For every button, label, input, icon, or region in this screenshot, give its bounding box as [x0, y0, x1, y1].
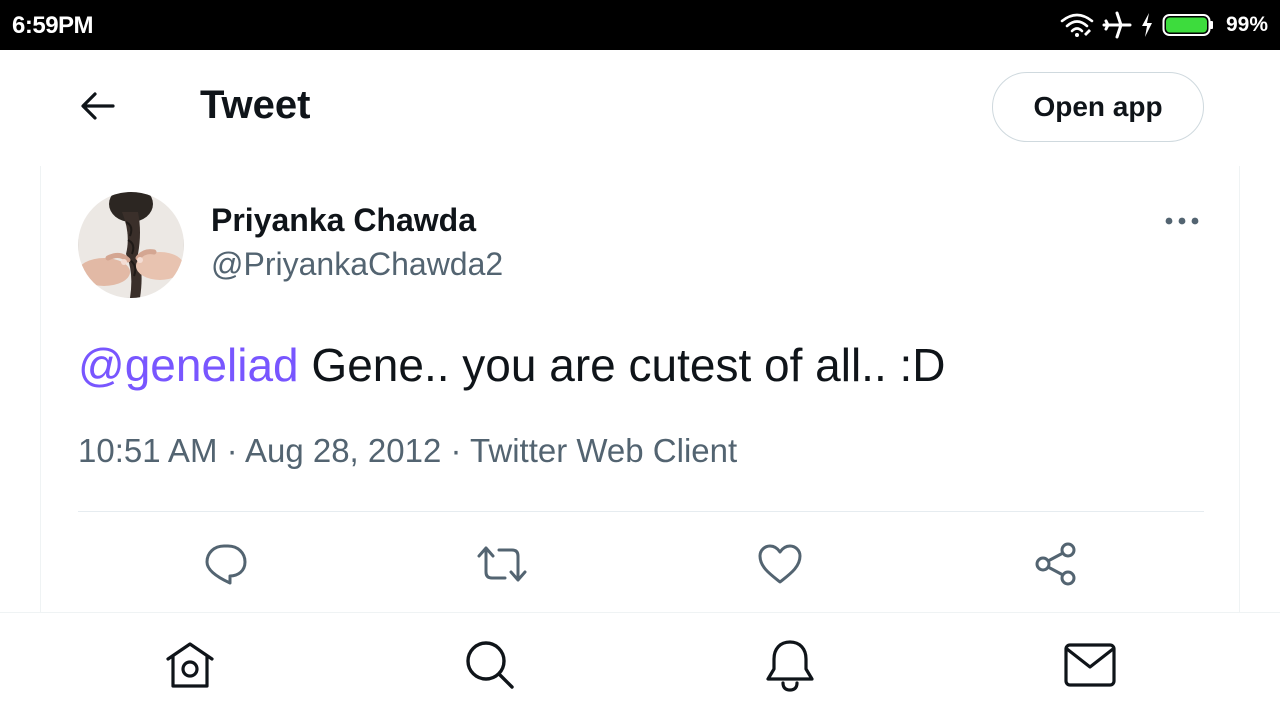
nav-notifications[interactable]	[760, 637, 820, 697]
reply-button[interactable]	[196, 536, 256, 596]
tweet-source: Twitter Web Client	[470, 432, 738, 469]
share-button[interactable]	[1026, 536, 1086, 596]
more-horizontal-icon	[1164, 213, 1200, 231]
back-button[interactable]	[72, 82, 124, 134]
mention-link[interactable]: @geneliad	[78, 339, 299, 391]
wifi-icon	[1060, 12, 1094, 38]
nav-messages[interactable]	[1060, 637, 1120, 697]
charging-icon	[1140, 12, 1154, 38]
status-time: 6:59PM	[12, 12, 94, 39]
meta-separator-2: ·	[441, 432, 471, 469]
status-icons: 99%	[1060, 10, 1268, 40]
tweet-body: Gene.. you are cutest of all.. :D	[298, 339, 946, 391]
like-button[interactable]	[750, 536, 810, 596]
avatar[interactable]	[78, 192, 184, 298]
messages-icon	[1062, 641, 1118, 694]
search-icon	[463, 638, 517, 697]
author-name[interactable]: Priyanka Chawda	[211, 202, 476, 239]
retweet-icon	[475, 542, 529, 591]
retweet-button[interactable]	[472, 536, 532, 596]
divider	[78, 511, 1204, 512]
page-header: Tweet Open app	[0, 50, 1280, 166]
airplane-icon	[1102, 11, 1132, 39]
battery-percent: 99%	[1225, 13, 1268, 36]
tweet-text: @geneliad Gene.. you are cutest of all..…	[78, 338, 946, 392]
nav-search[interactable]	[460, 637, 520, 697]
tweet-date[interactable]: Aug 28, 2012	[245, 432, 441, 469]
tweet-actions	[41, 536, 1241, 596]
meta-separator: ·	[217, 432, 245, 469]
tweet-time[interactable]: 10:51 AM	[78, 432, 217, 469]
status-bar: 6:59PM 99%	[0, 0, 1280, 50]
notifications-icon	[763, 637, 817, 698]
reply-icon	[203, 542, 249, 591]
tweet-meta: 10:51 AM · Aug 28, 2012 · Twitter Web Cl…	[78, 432, 737, 470]
bottom-nav	[0, 612, 1280, 720]
like-icon	[756, 542, 804, 591]
share-icon	[1032, 541, 1080, 592]
author-handle[interactable]: @PriyankaChawda2	[211, 246, 503, 283]
nav-home[interactable]	[160, 637, 220, 697]
battery-icon	[1162, 12, 1214, 38]
arrow-left-icon	[80, 91, 116, 126]
open-app-button[interactable]: Open app	[992, 72, 1204, 142]
more-options-button[interactable]	[1155, 204, 1209, 240]
home-icon	[162, 639, 218, 696]
page-title: Tweet	[200, 83, 311, 127]
tweet-card: Priyanka Chawda @PriyankaChawda2 @geneli…	[40, 166, 1240, 612]
